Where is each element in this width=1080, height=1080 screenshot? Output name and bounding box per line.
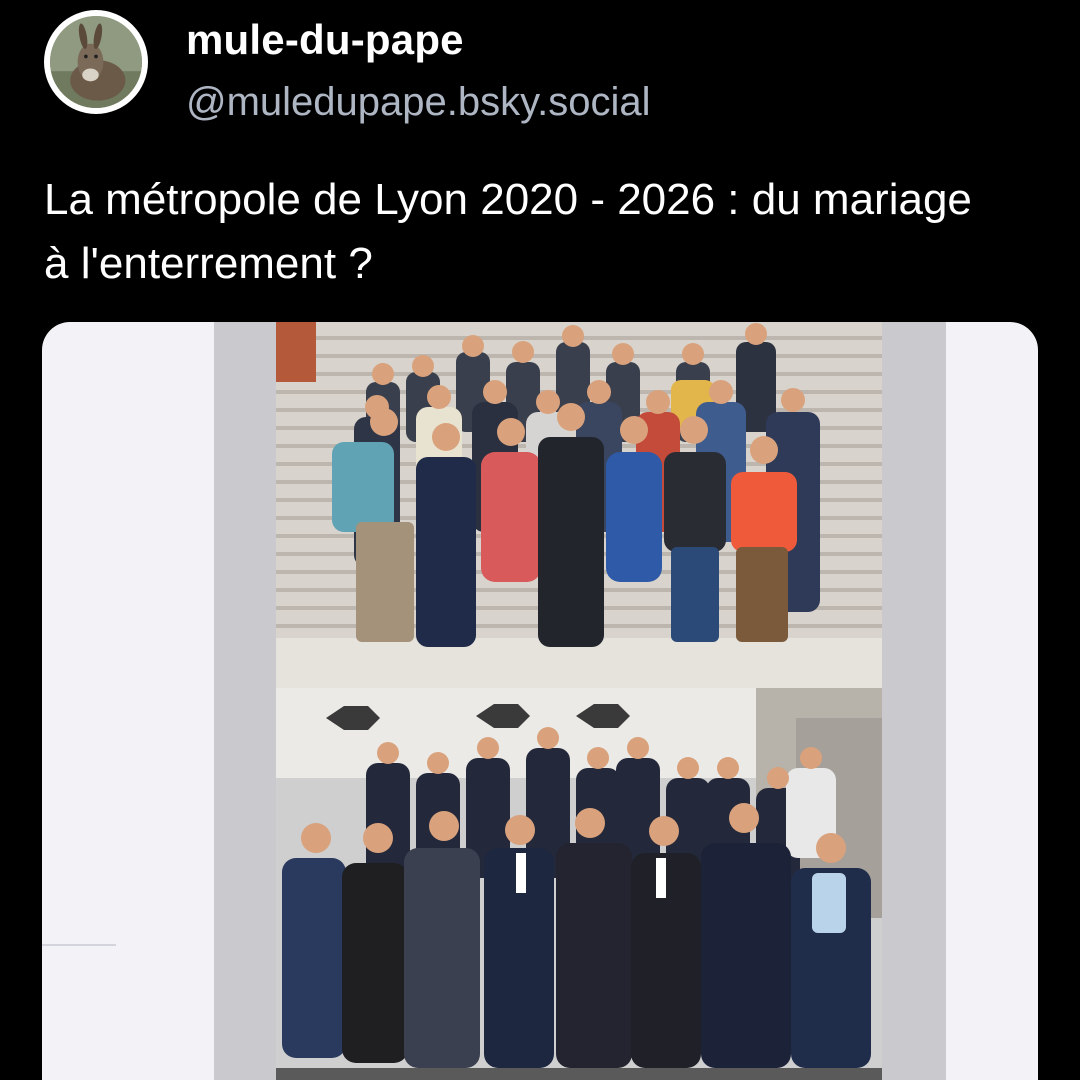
embed-divider [42, 944, 116, 946]
post-text: La métropole de Lyon 2020 - 2026 : du ma… [44, 175, 972, 288]
donkey-avatar-icon [50, 16, 142, 108]
post-card: mule-du-pape @muledupape.bsky.social La … [0, 0, 1080, 1080]
image-embed[interactable] [42, 322, 1038, 1080]
display-name[interactable]: mule-du-pape [186, 16, 464, 64]
group-photo-2020[interactable] [276, 322, 882, 688]
group-photo-2026[interactable] [276, 688, 882, 1080]
avatar[interactable] [44, 10, 148, 114]
user-handle[interactable]: @muledupape.bsky.social [186, 80, 651, 125]
